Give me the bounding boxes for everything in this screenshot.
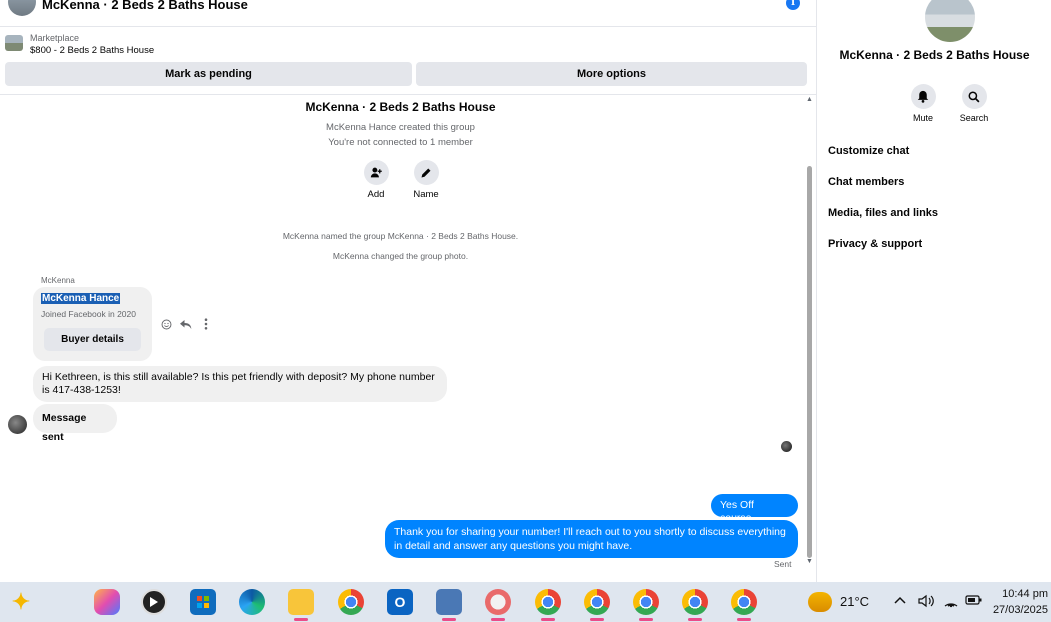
- name-label: Name: [413, 189, 439, 200]
- mark-as-pending-button[interactable]: Mark as pending: [5, 62, 412, 86]
- clock-time: 10:44 pm: [1002, 588, 1048, 600]
- app-window-icon[interactable]: [436, 589, 462, 621]
- weather-icon[interactable]: [808, 592, 832, 612]
- chevron-up-icon[interactable]: [894, 594, 906, 608]
- buyer-details-button[interactable]: Buyer details: [44, 328, 141, 351]
- windows-taskbar: ✦ O 21°C 10:44 pm 27/03/2025: [0, 582, 1051, 622]
- scrollbar-thumb[interactable]: [807, 166, 812, 558]
- clock-date: 27/03/2025: [992, 604, 1048, 616]
- system-message: McKenna named the group McKenna · 2 Beds…: [282, 231, 519, 241]
- chrome-profile-icon[interactable]: [682, 589, 708, 621]
- pencil-icon: [413, 160, 439, 185]
- wifi-icon[interactable]: [943, 594, 959, 611]
- marketplace-label: Marketplace: [30, 33, 80, 43]
- search-button[interactable]: Search: [949, 84, 999, 123]
- marketplace-listing-bar[interactable]: Marketplace $800 - 2 Beds 2 Baths House: [0, 28, 816, 60]
- scroll-up-icon[interactable]: ▲: [806, 96, 813, 103]
- details-title: McKenna · 2 Beds 2 Baths House: [839, 48, 1030, 62]
- menu-chat-members[interactable]: Chat members: [828, 176, 904, 188]
- add-member-button[interactable]: Add: [356, 160, 396, 200]
- microsoft-store-icon[interactable]: [190, 589, 216, 615]
- system-clock[interactable]: 10:44 pm 27/03/2025: [990, 586, 1048, 618]
- add-label: Add: [367, 189, 385, 200]
- incoming-message[interactable]: Hi Kethreen, is this still available? Is…: [33, 366, 447, 402]
- menu-media-files-links[interactable]: Media, files and links: [828, 207, 938, 219]
- mute-button[interactable]: Mute: [898, 84, 948, 123]
- add-person-icon: [363, 160, 389, 185]
- search-label: Search: [959, 113, 989, 123]
- message-status: Sent: [774, 559, 792, 569]
- temperature[interactable]: 21°C: [840, 594, 869, 609]
- info-icon[interactable]: i: [786, 0, 800, 10]
- chat-details-pane: McKenna · 2 Beds 2 Baths House Mute Sear…: [818, 0, 1051, 582]
- seen-avatar: [781, 441, 792, 452]
- outlook-icon[interactable]: O: [387, 589, 413, 615]
- group-photo[interactable]: [925, 0, 975, 42]
- buyer-profile-card: McKenna Hance Joined Facebook in 2020 Bu…: [33, 287, 152, 361]
- battery-icon[interactable]: [965, 594, 983, 609]
- chrome-profile-icon[interactable]: [633, 589, 659, 621]
- copilot-sparkle-icon[interactable]: ✦: [8, 589, 34, 615]
- search-icon: [961, 84, 987, 109]
- menu-customize-chat[interactable]: Customize chat: [828, 145, 909, 157]
- system-message: McKenna changed the group photo.: [332, 251, 469, 261]
- sender-avatar[interactable]: [8, 415, 27, 434]
- scroll-down-icon[interactable]: ▼: [806, 558, 813, 565]
- copilot-icon[interactable]: [94, 589, 120, 615]
- outgoing-message[interactable]: Thank you for sharing your number! I'll …: [385, 520, 798, 558]
- name-group-button[interactable]: Name: [406, 160, 446, 200]
- outgoing-message[interactable]: Yes Off course..: [711, 494, 798, 524]
- chrome-profile-icon[interactable]: [535, 589, 561, 621]
- chat-header: McKenna · 2 Beds 2 Baths House i: [0, 0, 816, 27]
- not-connected-text: You're not connected to 1 member: [328, 137, 473, 148]
- listing-thumbnail: [5, 35, 23, 51]
- sender-name: McKenna: [41, 276, 75, 285]
- reply-icon[interactable]: [179, 317, 193, 331]
- chrome-profile-icon[interactable]: [731, 589, 757, 621]
- listing-title[interactable]: $800 - 2 Beds 2 Baths House: [30, 45, 154, 56]
- chat-scrollbar[interactable]: ▲ ▼: [805, 96, 814, 570]
- buyer-name[interactable]: McKenna Hance: [41, 293, 121, 304]
- chrome-icon[interactable]: [338, 589, 364, 615]
- message-tools: [159, 317, 213, 331]
- edge-browser-icon[interactable]: [239, 589, 265, 615]
- group-name: McKenna · 2 Beds 2 Baths House: [305, 100, 496, 114]
- chat-title[interactable]: McKenna · 2 Beds 2 Baths House: [42, 0, 248, 12]
- file-explorer-icon[interactable]: [288, 589, 314, 621]
- more-vertical-icon[interactable]: [199, 317, 213, 331]
- media-player-icon[interactable]: [141, 589, 167, 615]
- volume-icon[interactable]: [918, 594, 934, 611]
- emoji-react-icon[interactable]: [159, 317, 173, 331]
- mute-label: Mute: [912, 113, 933, 123]
- chrome-profile-icon[interactable]: [584, 589, 610, 621]
- menu-privacy-support[interactable]: Privacy & support: [828, 238, 922, 250]
- group-created-text: McKenna Hance created this group: [326, 122, 475, 133]
- paint-app-icon[interactable]: [485, 589, 511, 621]
- more-options-button[interactable]: More options: [416, 62, 807, 86]
- divider: [0, 94, 816, 95]
- chat-pane: McKenna · 2 Beds 2 Baths House i Marketp…: [0, 0, 817, 582]
- joined-text: Joined Facebook in 2020: [41, 309, 136, 319]
- bell-icon: [910, 84, 936, 109]
- incoming-message[interactable]: Message sent: [33, 404, 117, 443]
- group-avatar[interactable]: [8, 0, 36, 16]
